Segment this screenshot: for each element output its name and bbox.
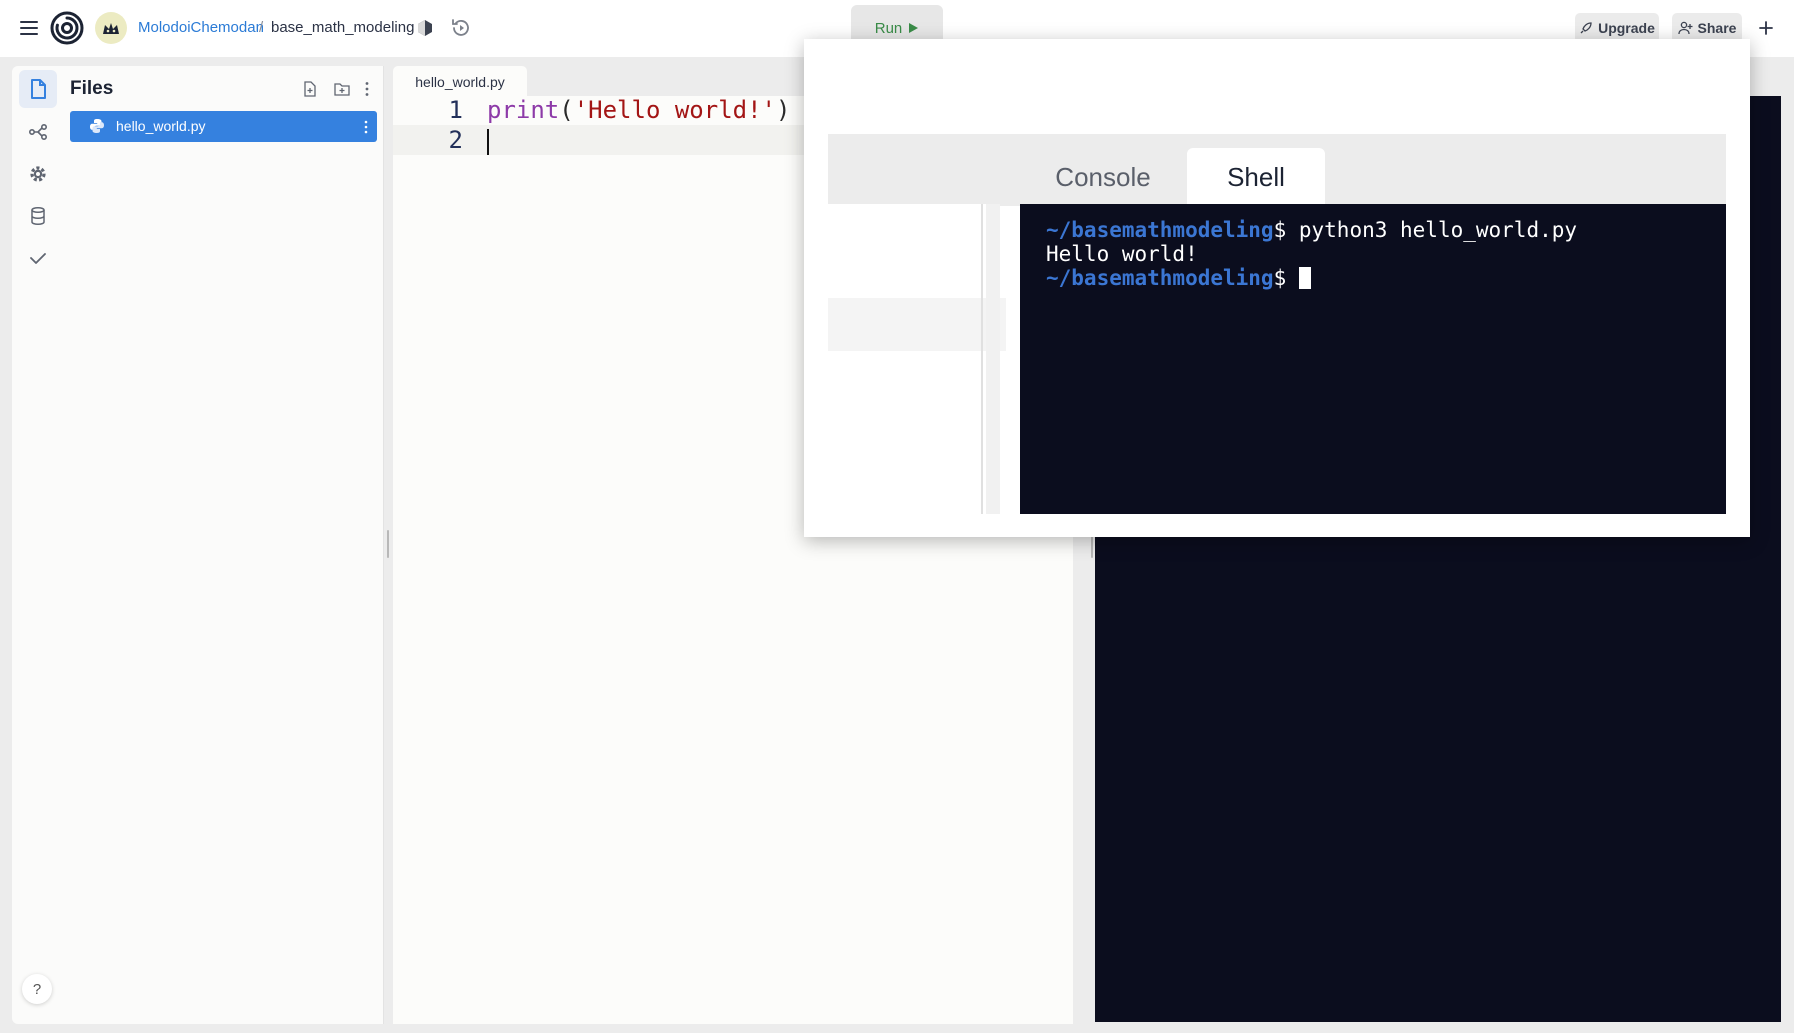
- gear-icon: [30, 166, 46, 182]
- checkmark-icon: [30, 253, 46, 264]
- code-token-string: 'Hello world!': [573, 96, 776, 124]
- play-icon: [909, 23, 919, 33]
- file-icon: [31, 79, 46, 99]
- terminal-line: ~/basemathmodeling$: [1046, 266, 1726, 290]
- upgrade-label: Upgrade: [1598, 20, 1655, 36]
- rail-checkmark-button[interactable]: [19, 239, 57, 277]
- editor-tab-hello-world[interactable]: hello_world.py: [393, 66, 527, 97]
- terminal-cursor: [1298, 267, 1311, 289]
- terminal-output: Hello world!: [1046, 242, 1198, 266]
- code-token-function: print: [487, 96, 560, 124]
- zoom-overlay: Console Shell ~/basemathmodeling$ python…: [804, 39, 1750, 537]
- text-caret: [487, 129, 489, 155]
- line-number: 2: [448, 126, 463, 154]
- terminal-prompt: $: [1273, 266, 1299, 290]
- terminal-path: ~/basemathmodeling: [1046, 218, 1274, 242]
- code-token-paren: (: [559, 96, 574, 124]
- line-number: 1: [448, 96, 463, 124]
- file-row-hello-world[interactable]: hello_world.py: [70, 111, 377, 142]
- share-label: Share: [1697, 20, 1737, 36]
- rocket-icon: [1580, 22, 1592, 34]
- files-title: Files: [70, 78, 114, 99]
- breadcrumb-separator: /: [259, 19, 264, 36]
- files-panel: Files hello_world.py: [64, 66, 384, 1024]
- rail-settings-button[interactable]: [19, 155, 57, 193]
- tab-console[interactable]: Console: [1020, 148, 1186, 206]
- history-icon[interactable]: [450, 17, 472, 39]
- terminal-prompt: $: [1273, 218, 1299, 242]
- file-name: hello_world.py: [116, 118, 206, 134]
- database-icon: [31, 206, 45, 226]
- new-folder-icon[interactable]: [333, 80, 351, 98]
- files-resize-handle[interactable]: [386, 530, 390, 558]
- zoom-side-row: [828, 298, 1006, 351]
- new-file-icon[interactable]: [301, 80, 319, 98]
- terminal-path: ~/basemathmodeling: [1046, 266, 1274, 290]
- help-button[interactable]: ?: [22, 974, 52, 1004]
- rail-files-button[interactable]: [19, 70, 57, 108]
- git-branch-icon: [28, 123, 48, 141]
- avatar-icon: [103, 23, 119, 34]
- replit-logo[interactable]: [50, 11, 84, 45]
- tool-rail: ?: [12, 66, 64, 1024]
- terminal-command: python3 hello_world.py: [1298, 218, 1578, 242]
- owner-link[interactable]: MolodoiChemodan: [138, 19, 264, 36]
- rail-git-button[interactable]: [19, 113, 57, 151]
- kebab-menu-icon[interactable]: [359, 118, 373, 136]
- add-person-icon: [1677, 21, 1693, 35]
- zoom-side-panel: [828, 204, 1006, 514]
- terminal-line: ~/basemathmodeling$ python3 hello_world.…: [1046, 218, 1726, 242]
- python-language-icon[interactable]: [414, 17, 436, 39]
- rail-database-button[interactable]: [19, 197, 57, 235]
- code-token-paren: ): [776, 96, 791, 124]
- tab-shell[interactable]: Shell: [1187, 148, 1325, 206]
- python-file-icon: [89, 118, 105, 134]
- kebab-menu-icon[interactable]: [358, 80, 376, 98]
- code-line[interactable]: print('Hello world!'): [487, 96, 790, 124]
- run-label: Run: [874, 19, 903, 37]
- zoom-gutter: [986, 204, 1000, 514]
- plus-icon[interactable]: [1754, 16, 1778, 40]
- repl-name[interactable]: base_math_modeling: [271, 19, 414, 36]
- menu-icon[interactable]: [18, 17, 40, 39]
- avatar[interactable]: [95, 12, 127, 44]
- zoom-divider: [981, 204, 983, 514]
- zoom-terminal[interactable]: ~/basemathmodeling$ python3 hello_world.…: [1020, 204, 1726, 514]
